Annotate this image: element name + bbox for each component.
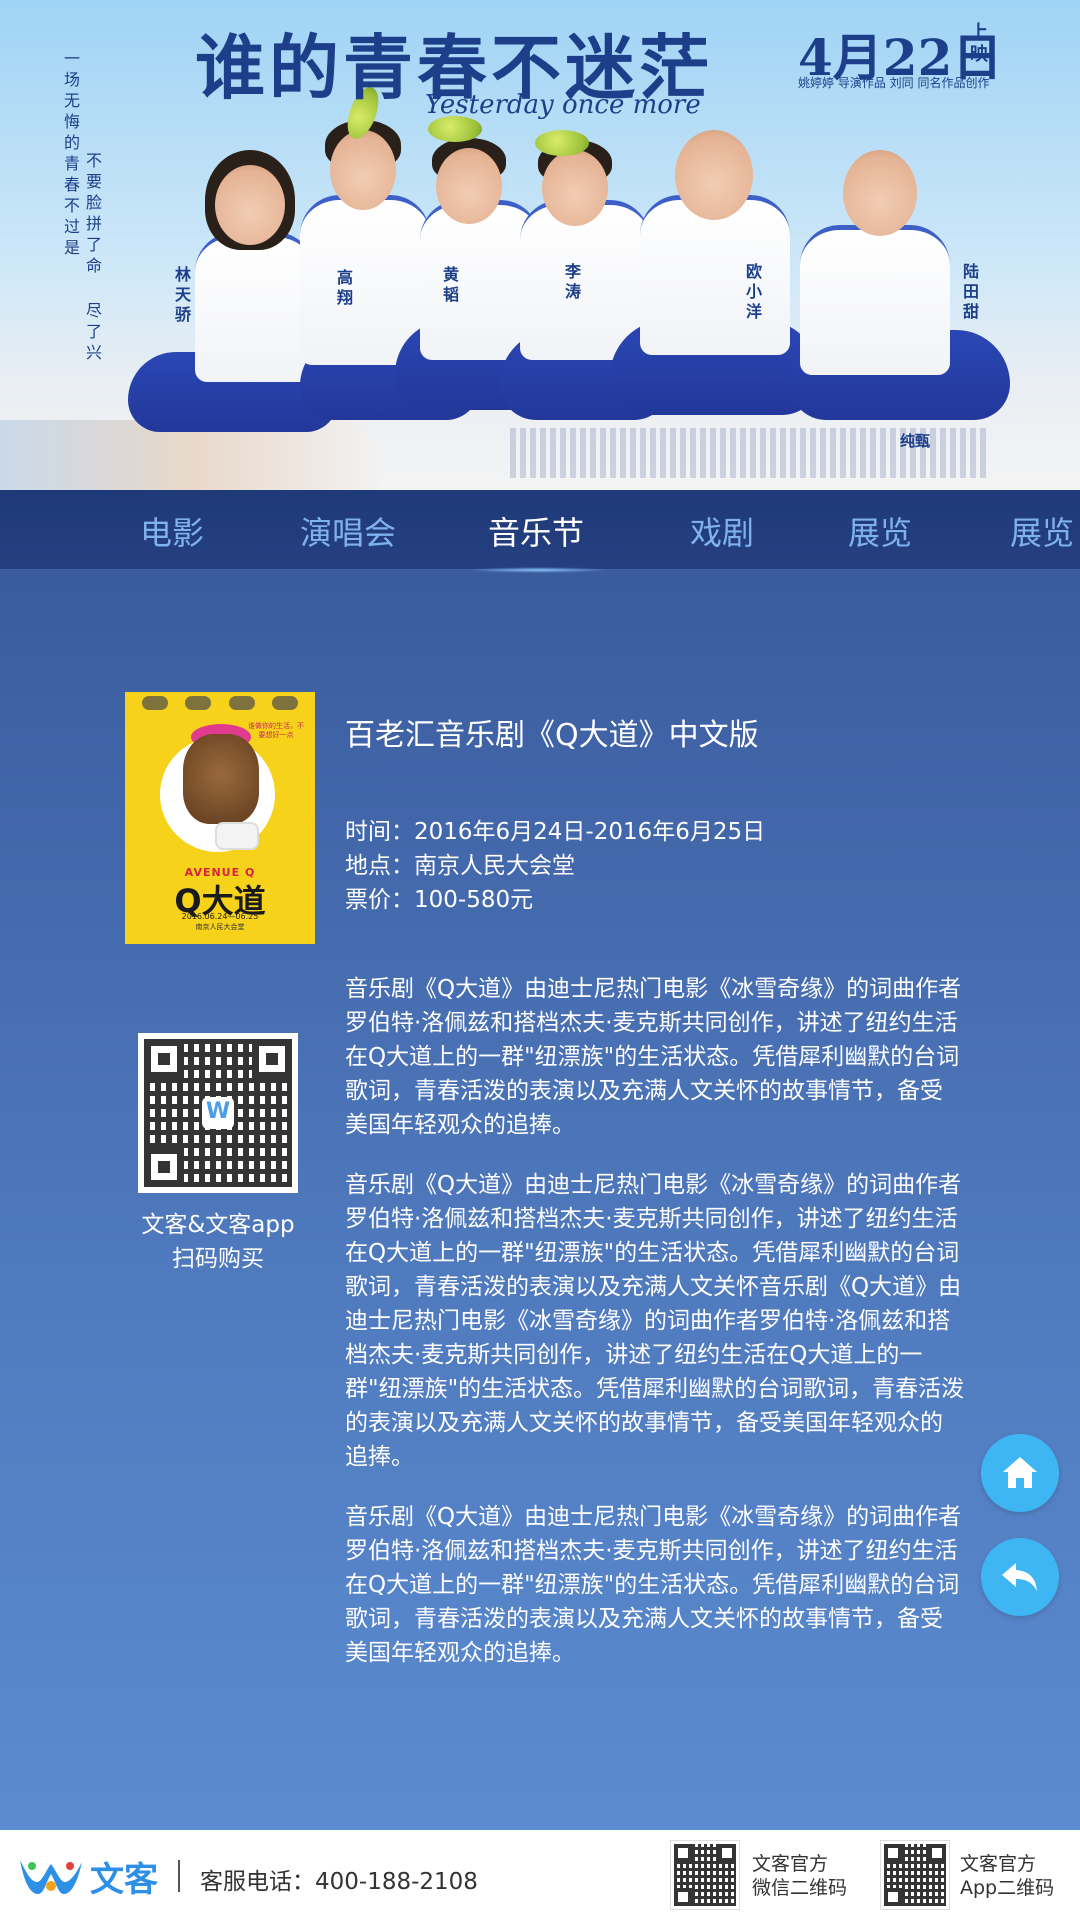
tab-exhibition[interactable]: 展览 [848, 508, 912, 554]
movie-banner[interactable]: 谁的青春不迷茫 Yesterday once more 4月22日 上映 姚婷婷… [0, 0, 1080, 490]
tab-music-festival[interactable]: 音乐节 [488, 508, 584, 554]
app-qr-label: 文客官方 App二维码 [960, 1852, 1054, 1900]
character-name: 陆田甜 [962, 262, 979, 321]
tab-exhibition-2[interactable]: 展览 [1010, 508, 1074, 554]
show-description: 音乐剧《Q大道》由迪士尼热门电影《冰雪奇缘》的词曲作者罗伯特·洛佩兹和搭档杰夫·… [345, 1504, 962, 1666]
qr-caption-line2: 扫码购买 [172, 1246, 264, 1272]
app-qr-label-line1: 文客官方 [960, 1853, 1037, 1875]
home-icon [1003, 1457, 1037, 1488]
poster-award-badges [133, 696, 307, 714]
category-tabs: 电影 演唱会 音乐节 戏剧 展览 展览 [0, 490, 1080, 570]
poster-speech-text: 谁做你的生活，不要想好一点 [248, 722, 304, 739]
app-qr-label-line2: App二维码 [960, 1877, 1055, 1899]
wenke-logo-icon [20, 1860, 82, 1894]
back-button[interactable] [981, 1538, 1059, 1616]
footer-separator [178, 1860, 180, 1892]
active-tab-indicator [468, 567, 608, 573]
banner-movie-subtitle: Yesterday once more [425, 90, 701, 120]
show-place: 地点：南京人民大会堂 [345, 853, 575, 879]
customer-service-phone[interactable]: 客服电话：400-188-2108 [200, 1862, 478, 1896]
wechat-qr-label: 文客官方 微信二维码 [752, 1852, 847, 1900]
show-description: 音乐剧《Q大道》由迪士尼热门电影《冰雪奇缘》的词曲作者罗伯特·洛佩兹和搭档杰夫·… [345, 1172, 965, 1470]
purchase-qr-code [138, 1033, 298, 1193]
character-name: 李涛 [564, 262, 581, 301]
app-qr-code [880, 1840, 950, 1910]
banner-tagline: 不要脸拼了命 [85, 151, 102, 275]
show-title: 百老汇音乐剧《Q大道》中文版 [345, 718, 759, 753]
footer-logo-text: 文客 [90, 1860, 158, 1900]
poster-venue: 南京人民大会堂 [195, 923, 245, 931]
qr-caption-line1: 文客&文客app [141, 1212, 295, 1238]
character-name: 黄韬 [442, 265, 459, 304]
footer: 文客 客服电话：400-188-2108 文客官方 微信二维码 文客官方 App… [0, 1830, 1080, 1920]
poster-toilet-roll [215, 822, 259, 850]
banner-credits: 姚婷婷 导演作品 刘同 同名作品创作 [798, 76, 990, 90]
show-time: 时间：2016年6月24日-2016年6月25日 [345, 819, 766, 845]
show-poster[interactable]: 谁做你的生活，不要想好一点 AVENUE Q Q大道 2016.06.24—06… [125, 692, 315, 944]
wechat-qr-label-line1: 文客官方 [752, 1853, 829, 1875]
character-name: 欧小洋 [745, 262, 762, 321]
show-price: 票价：100-580元 [345, 887, 534, 913]
wechat-qr-code [670, 1840, 740, 1910]
wenke-logo-icon [202, 1097, 234, 1129]
banner-brand-mark: 纯甄 [900, 432, 931, 450]
character-name: 林天骄 [174, 265, 191, 324]
back-arrow-icon [1002, 1563, 1037, 1591]
banner-tagline: 一场无悔的青春不过是 [63, 49, 80, 257]
banner-tagline: 尽了兴 [85, 301, 102, 362]
poster-date: 2016.06.24—06.25 [181, 912, 259, 921]
wechat-qr-label-line2: 微信二维码 [752, 1877, 848, 1899]
tab-concert[interactable]: 演唱会 [300, 508, 396, 554]
tab-movie[interactable]: 电影 [140, 508, 204, 554]
show-description: 音乐剧《Q大道》由迪士尼热门电影《冰雪奇缘》的词曲作者罗伯特·洛佩兹和搭档杰夫·… [345, 976, 962, 1138]
character-name: 高翔 [336, 268, 353, 307]
home-button[interactable] [981, 1434, 1059, 1512]
banner-release-suffix: 上映 [970, 22, 988, 65]
tab-drama[interactable]: 戏剧 [690, 508, 754, 554]
